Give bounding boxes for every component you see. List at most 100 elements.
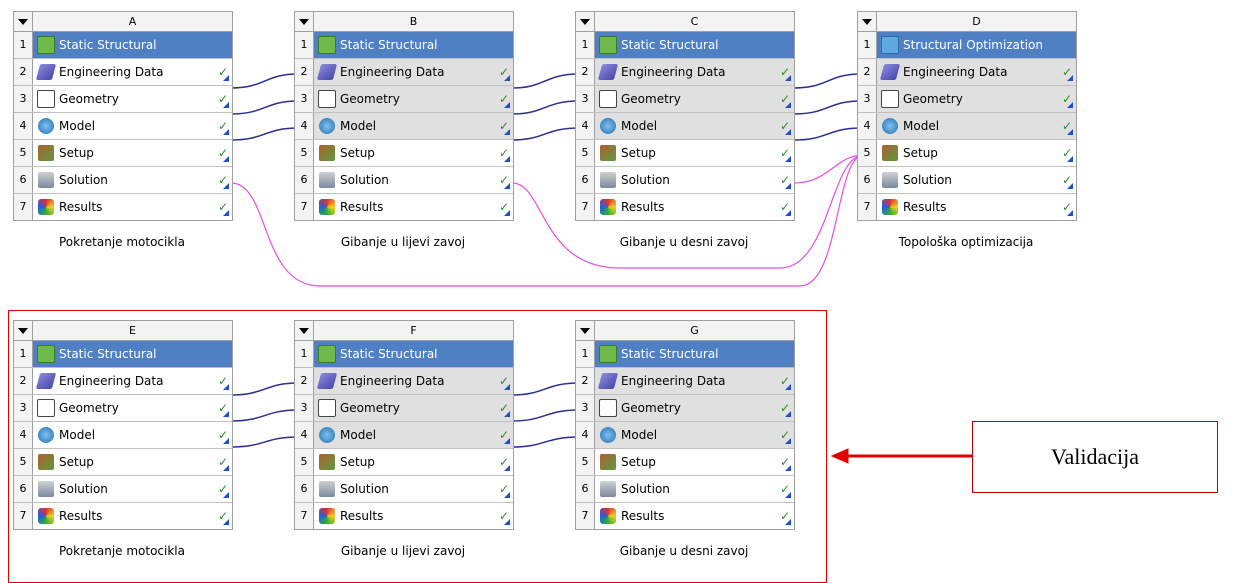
cell-menu-triangle-icon[interactable]: [223, 102, 229, 108]
cell-menu-triangle-icon[interactable]: [504, 156, 510, 162]
collapse-toggle[interactable]: [14, 12, 33, 31]
cell-solution[interactable]: 6 Solution ✓: [858, 167, 1076, 194]
system-e[interactable]: E 1 Static Structural 2 Engineering Data ✓ 3 Ge…: [13, 320, 233, 530]
system-title-row[interactable]: 1 Static Structural: [576, 341, 794, 368]
cell-menu-triangle-icon[interactable]: [223, 183, 229, 189]
cell-engineering-data[interactable]: 2 Engineering Data ✓: [295, 368, 513, 395]
cell-menu-triangle-icon[interactable]: [1067, 129, 1073, 135]
system-caption[interactable]: Pokretanje motocikla: [13, 544, 231, 558]
collapse-toggle[interactable]: [858, 12, 877, 31]
system-title-row[interactable]: 1 Static Structural: [14, 32, 232, 59]
system-c[interactable]: C 1 Static Structural 2 Engineering Data ✓ 3 Ge…: [575, 11, 795, 221]
system-caption[interactable]: Gibanje u desni zavoj: [575, 544, 793, 558]
cell-menu-triangle-icon[interactable]: [504, 384, 510, 390]
cell-menu-triangle-icon[interactable]: [223, 519, 229, 525]
cell-engineering-data[interactable]: 2 Engineering Data ✓: [858, 59, 1076, 86]
cell-menu-triangle-icon[interactable]: [504, 411, 510, 417]
cell-menu-triangle-icon[interactable]: [785, 519, 791, 525]
cell-menu-triangle-icon[interactable]: [785, 384, 791, 390]
cell-results[interactable]: 7 Results ✓: [14, 194, 232, 220]
system-caption[interactable]: Gibanje u lijevi zavoj: [294, 544, 512, 558]
cell-solution[interactable]: 6 Solution ✓: [14, 476, 232, 503]
cell-setup[interactable]: 5 Setup ✓: [14, 140, 232, 167]
cell-model[interactable]: 4 Model ✓: [14, 422, 232, 449]
cell-geometry[interactable]: 3 Geometry ✓: [295, 86, 513, 113]
cell-menu-triangle-icon[interactable]: [504, 519, 510, 525]
system-a[interactable]: A 1 Static Structural 2 Engineering Data ✓ 3 Ge…: [13, 11, 233, 221]
cell-menu-triangle-icon[interactable]: [223, 384, 229, 390]
cell-menu-triangle-icon[interactable]: [223, 411, 229, 417]
cell-results[interactable]: 7 Results ✓: [14, 503, 232, 529]
cell-menu-triangle-icon[interactable]: [223, 438, 229, 444]
cell-engineering-data[interactable]: 2 Engineering Data ✓: [14, 59, 232, 86]
collapse-toggle[interactable]: [295, 12, 314, 31]
cell-menu-triangle-icon[interactable]: [785, 75, 791, 81]
cell-menu-triangle-icon[interactable]: [223, 129, 229, 135]
cell-geometry[interactable]: 3 Geometry ✓: [576, 86, 794, 113]
cell-solution[interactable]: 6 Solution ✓: [576, 167, 794, 194]
cell-setup[interactable]: 5 Setup ✓: [14, 449, 232, 476]
cell-solution[interactable]: 6 Solution ✓: [295, 476, 513, 503]
cell-menu-triangle-icon[interactable]: [223, 75, 229, 81]
cell-setup[interactable]: 5 Setup ✓: [858, 140, 1076, 167]
system-b[interactable]: B 1 Static Structural 2 Engineering Data ✓ 3 Ge…: [294, 11, 514, 221]
cell-setup[interactable]: 5 Setup ✓: [295, 140, 513, 167]
cell-model[interactable]: 4 Model ✓: [576, 422, 794, 449]
cell-menu-triangle-icon[interactable]: [504, 75, 510, 81]
cell-setup[interactable]: 5 Setup ✓: [576, 140, 794, 167]
cell-solution[interactable]: 6 Solution ✓: [295, 167, 513, 194]
cell-menu-triangle-icon[interactable]: [504, 210, 510, 216]
cell-menu-triangle-icon[interactable]: [785, 438, 791, 444]
collapse-toggle[interactable]: [576, 321, 595, 340]
cell-setup[interactable]: 5 Setup ✓: [295, 449, 513, 476]
cell-model[interactable]: 4 Model ✓: [14, 113, 232, 140]
cell-geometry[interactable]: 3 Geometry ✓: [858, 86, 1076, 113]
cell-menu-triangle-icon[interactable]: [785, 492, 791, 498]
system-d[interactable]: D 1 Structural Optimization 2 Engineering Da…: [857, 11, 1077, 221]
cell-menu-triangle-icon[interactable]: [785, 465, 791, 471]
cell-geometry[interactable]: 3 Geometry ✓: [14, 395, 232, 422]
collapse-toggle[interactable]: [576, 12, 595, 31]
cell-engineering-data[interactable]: 2 Engineering Data ✓: [14, 368, 232, 395]
cell-menu-triangle-icon[interactable]: [785, 102, 791, 108]
collapse-toggle[interactable]: [14, 321, 33, 340]
cell-solution[interactable]: 6 Solution ✓: [14, 167, 232, 194]
cell-menu-triangle-icon[interactable]: [785, 411, 791, 417]
cell-setup[interactable]: 5 Setup ✓: [576, 449, 794, 476]
system-g[interactable]: G 1 Static Structural 2 Engineering Data ✓ 3 Ge…: [575, 320, 795, 530]
cell-results[interactable]: 7 Results ✓: [576, 194, 794, 220]
cell-solution[interactable]: 6 Solution ✓: [576, 476, 794, 503]
cell-menu-triangle-icon[interactable]: [504, 183, 510, 189]
cell-menu-triangle-icon[interactable]: [223, 156, 229, 162]
cell-results[interactable]: 7 Results ✓: [295, 503, 513, 529]
cell-geometry[interactable]: 3 Geometry ✓: [295, 395, 513, 422]
system-caption[interactable]: Gibanje u lijevi zavoj: [294, 235, 512, 249]
cell-model[interactable]: 4 Model ✓: [858, 113, 1076, 140]
cell-menu-triangle-icon[interactable]: [1067, 210, 1073, 216]
cell-geometry[interactable]: 3 Geometry ✓: [14, 86, 232, 113]
system-caption[interactable]: Topološka optimizacija: [857, 235, 1075, 249]
cell-model[interactable]: 4 Model ✓: [295, 113, 513, 140]
system-title-row[interactable]: 1 Static Structural: [14, 341, 232, 368]
cell-results[interactable]: 7 Results ✓: [295, 194, 513, 220]
cell-engineering-data[interactable]: 2 Engineering Data ✓: [295, 59, 513, 86]
cell-menu-triangle-icon[interactable]: [504, 102, 510, 108]
system-caption[interactable]: Pokretanje motocikla: [13, 235, 231, 249]
cell-menu-triangle-icon[interactable]: [1067, 75, 1073, 81]
cell-results[interactable]: 7 Results ✓: [576, 503, 794, 529]
cell-engineering-data[interactable]: 2 Engineering Data ✓: [576, 368, 794, 395]
cell-menu-triangle-icon[interactable]: [223, 210, 229, 216]
cell-menu-triangle-icon[interactable]: [504, 129, 510, 135]
cell-menu-triangle-icon[interactable]: [504, 438, 510, 444]
cell-menu-triangle-icon[interactable]: [1067, 183, 1073, 189]
collapse-toggle[interactable]: [295, 321, 314, 340]
cell-menu-triangle-icon[interactable]: [504, 465, 510, 471]
system-caption[interactable]: Gibanje u desni zavoj: [575, 235, 793, 249]
cell-menu-triangle-icon[interactable]: [504, 492, 510, 498]
cell-engineering-data[interactable]: 2 Engineering Data ✓: [576, 59, 794, 86]
system-title-row[interactable]: 1 Static Structural: [295, 341, 513, 368]
cell-model[interactable]: 4 Model ✓: [576, 113, 794, 140]
cell-menu-triangle-icon[interactable]: [1067, 102, 1073, 108]
cell-menu-triangle-icon[interactable]: [785, 183, 791, 189]
system-title-row[interactable]: 1 Static Structural: [576, 32, 794, 59]
